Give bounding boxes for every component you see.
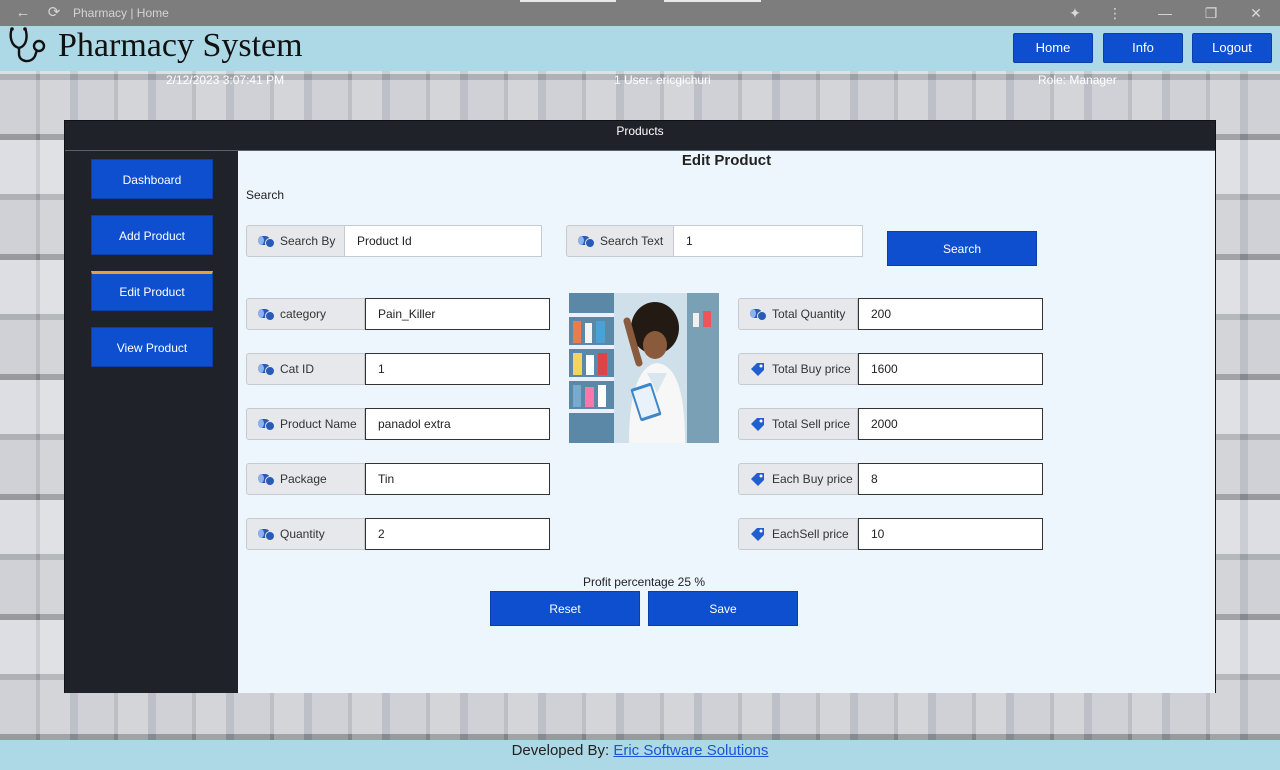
stethoscope-icon	[9, 27, 46, 63]
package-label: Package	[280, 472, 327, 486]
footer: Developed By: Eric Software Solutions	[0, 740, 1280, 770]
total-buy-price-input[interactable]: 1600	[858, 353, 1043, 385]
category-field: category Pain_Killer	[246, 298, 550, 330]
cat-id-field: Cat ID 1	[246, 353, 550, 385]
each-sell-price-label: EachSell price	[772, 527, 849, 541]
pill-capsule-icon	[258, 309, 275, 321]
each-sell-price-field: EachSell price 10	[738, 518, 1043, 550]
extensions-icon[interactable]: ✦	[1064, 3, 1086, 23]
package-input[interactable]: Tin	[365, 463, 550, 495]
minimize-icon[interactable]: —	[1154, 3, 1176, 23]
quantity-label: Quantity	[280, 527, 325, 541]
restore-icon[interactable]: ❐	[1200, 3, 1222, 23]
save-button[interactable]: Save	[648, 591, 798, 626]
edit-product-form: Edit Product Search Search By Product Id…	[238, 151, 1215, 693]
footer-prefix: Developed By:	[511, 742, 614, 759]
search-section-label: Search	[246, 188, 285, 202]
tab-indicator	[520, 0, 616, 2]
pill-capsule-icon	[750, 309, 767, 321]
price-tag-icon	[751, 418, 764, 431]
each-sell-price-input[interactable]: 10	[858, 518, 1043, 550]
page-title: Edit Product	[681, 152, 772, 169]
pill-capsule-icon	[258, 419, 275, 431]
tab-indicator	[664, 0, 761, 2]
reload-icon[interactable]: ⟳	[43, 3, 65, 23]
app-header: Pharmacy System Home Info Logout	[0, 26, 1280, 71]
total-quantity-field: Total Quantity 200	[738, 298, 1043, 330]
total-sell-price-field: Total Sell price 2000	[738, 408, 1043, 440]
quantity-field: Quantity 2	[246, 518, 550, 550]
product-name-label: Product Name	[280, 417, 357, 431]
sidebar-item-edit-product[interactable]: Edit Product	[91, 271, 213, 311]
product-name-field: Product Name panadol extra	[246, 408, 550, 440]
pill-capsule-icon	[578, 236, 595, 248]
search-by-select[interactable]: Product Id	[345, 225, 542, 257]
search-text-label: Search Text	[600, 234, 664, 248]
pill-capsule-icon	[258, 474, 275, 486]
developer-link[interactable]: Eric Software Solutions	[613, 742, 768, 759]
datetime-label: 2/12/2023 3:07:41 PM	[166, 73, 285, 87]
category-input[interactable]: Pain_Killer	[365, 298, 550, 330]
back-arrow-icon[interactable]: ←	[12, 3, 34, 23]
sidebar-item-dashboard[interactable]: Dashboard	[91, 159, 213, 199]
role-label: Role: Manager	[1038, 73, 1117, 87]
app-title: Pharmacy System	[58, 27, 303, 64]
window-titlebar: ← ⟳ Pharmacy | Home ✦ ⋮ — ❐ ✕	[0, 0, 1280, 26]
panel-title: Products	[616, 124, 664, 138]
close-icon[interactable]: ✕	[1245, 3, 1267, 23]
window-title: Pharmacy | Home	[73, 6, 169, 20]
sidebar-item-add-product[interactable]: Add Product	[91, 215, 213, 255]
price-tag-icon	[751, 473, 764, 486]
package-field: Package Tin	[246, 463, 550, 495]
product-name-input[interactable]: panadol extra	[365, 408, 550, 440]
search-text-input[interactable]: 1	[674, 225, 863, 257]
reset-button[interactable]: Reset	[490, 591, 640, 626]
total-sell-price-label: Total Sell price	[772, 417, 851, 431]
pill-capsule-icon	[258, 236, 275, 248]
sidebar: Dashboard Add Product Edit Product View …	[65, 151, 238, 693]
quantity-input[interactable]: 2	[365, 518, 550, 550]
category-label: category	[280, 307, 327, 321]
search-text-field: Search Text 1	[566, 225, 863, 257]
profit-percentage-text: Profit percentage 25 %	[582, 575, 706, 589]
each-buy-price-label: Each Buy price	[772, 472, 853, 486]
more-menu-icon[interactable]: ⋮	[1104, 3, 1126, 23]
products-panel: Products Dashboard Add Product Edit Prod…	[64, 120, 1216, 693]
pill-capsule-icon	[258, 529, 275, 541]
cat-id-label: Cat ID	[280, 362, 315, 376]
total-buy-price-field: Total Buy price 1600	[738, 353, 1043, 385]
sidebar-item-view-product[interactable]: View Product	[91, 327, 213, 367]
info-button[interactable]: Info	[1103, 33, 1183, 63]
product-photo	[569, 293, 719, 443]
search-button[interactable]: Search	[887, 231, 1037, 266]
home-button[interactable]: Home	[1013, 33, 1093, 63]
price-tag-icon	[751, 363, 764, 376]
total-quantity-input[interactable]: 200	[858, 298, 1043, 330]
pill-capsule-icon	[258, 364, 275, 376]
total-quantity-label: Total Quantity	[772, 307, 846, 321]
search-by-field: Search By Product Id	[246, 225, 542, 257]
user-label: 1 User: ericgichuri	[614, 73, 711, 87]
search-by-label: Search By	[280, 234, 336, 248]
each-buy-price-field: Each Buy price 8	[738, 463, 1043, 495]
logout-button[interactable]: Logout	[1192, 33, 1272, 63]
total-sell-price-input[interactable]: 2000	[858, 408, 1043, 440]
each-buy-price-input[interactable]: 8	[858, 463, 1043, 495]
cat-id-input[interactable]: 1	[365, 353, 550, 385]
price-tag-icon	[751, 528, 764, 541]
total-buy-price-label: Total Buy price	[772, 362, 851, 376]
